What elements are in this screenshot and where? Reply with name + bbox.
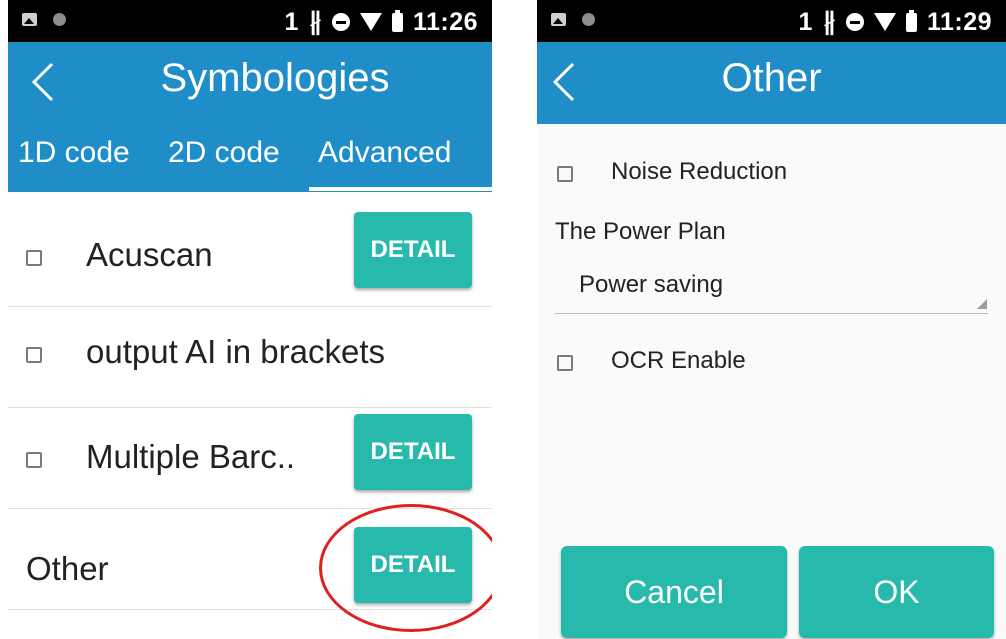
other-label: Other: [26, 550, 109, 587]
wifi-icon: [359, 13, 382, 31]
wifi-icon: [873, 13, 896, 31]
output-ai-checkbox[interactable]: [26, 347, 42, 363]
page-title: Symbologies: [160, 56, 390, 100]
symbologies-screen: 1 ∦ 11:26 Symbologies 1D code 2D code Ad…: [8, 0, 492, 639]
image-icon: [22, 13, 37, 26]
status-bar: 1 ∦ 11:29: [537, 0, 1006, 42]
acuscan-label: Acuscan: [86, 236, 213, 273]
list-item-acuscan[interactable]: Acuscan DETAIL: [8, 206, 492, 307]
noise-reduction-checkbox[interactable]: [557, 166, 573, 182]
multiple-barcode-checkbox[interactable]: [26, 452, 42, 468]
sim-indicator: 1: [798, 7, 813, 36]
block-icon: [331, 13, 350, 31]
highlight-circle: [319, 504, 492, 632]
acuscan-checkbox[interactable]: [26, 250, 42, 266]
acuscan-detail-button[interactable]: DETAIL: [354, 212, 472, 288]
dialog-title: Other: [721, 56, 822, 100]
tab-2d-code[interactable]: 2D code: [168, 136, 280, 170]
sim-indicator: 1: [284, 7, 299, 36]
dot-icon: [53, 13, 66, 26]
multiple-barcode-detail-button[interactable]: DETAIL: [354, 414, 472, 490]
status-time: 11:26: [412, 7, 478, 36]
bluetooth-icon: ∦: [822, 8, 836, 36]
ok-button[interactable]: OK: [799, 546, 994, 638]
status-bar: 1 ∦ 11:26: [8, 0, 492, 42]
tab-indicator: [309, 187, 492, 191]
power-plan-label: The Power Plan: [555, 218, 726, 245]
multiple-barcode-label: Multiple Barc..: [86, 438, 296, 475]
list-item-multiple-barcode[interactable]: Multiple Barc.. DETAIL: [8, 408, 492, 509]
ocr-enable-label: OCR Enable: [611, 347, 746, 374]
block-icon: [845, 13, 864, 31]
ocr-enable-checkbox[interactable]: [557, 355, 573, 371]
power-plan-select[interactable]: Power saving: [579, 271, 723, 299]
noise-reduction-label: Noise Reduction: [611, 158, 788, 185]
status-time: 11:29: [926, 7, 992, 36]
battery-icon: [391, 9, 403, 32]
output-ai-label: output AI in brackets: [86, 333, 386, 370]
battery-icon: [905, 9, 917, 32]
other-settings-screen: 1 ∦ 11:29 Other Noise Reduction The Powe…: [537, 0, 1006, 639]
cancel-button[interactable]: Cancel: [561, 546, 787, 638]
app-toolbar: Symbologies: [8, 42, 492, 124]
dropdown-arrow-icon[interactable]: [977, 299, 987, 309]
tab-1d-code[interactable]: 1D code: [18, 136, 130, 170]
select-underline: [555, 313, 988, 314]
tab-advanced[interactable]: Advanced: [318, 136, 451, 170]
tab-bar: 1D code 2D code Advanced: [8, 124, 492, 192]
dialog-toolbar: Other: [537, 42, 1006, 124]
image-icon: [551, 13, 566, 26]
list-item-output-ai[interactable]: output AI in brackets: [8, 307, 492, 408]
bluetooth-icon: ∦: [308, 8, 322, 36]
dot-icon: [582, 13, 595, 26]
